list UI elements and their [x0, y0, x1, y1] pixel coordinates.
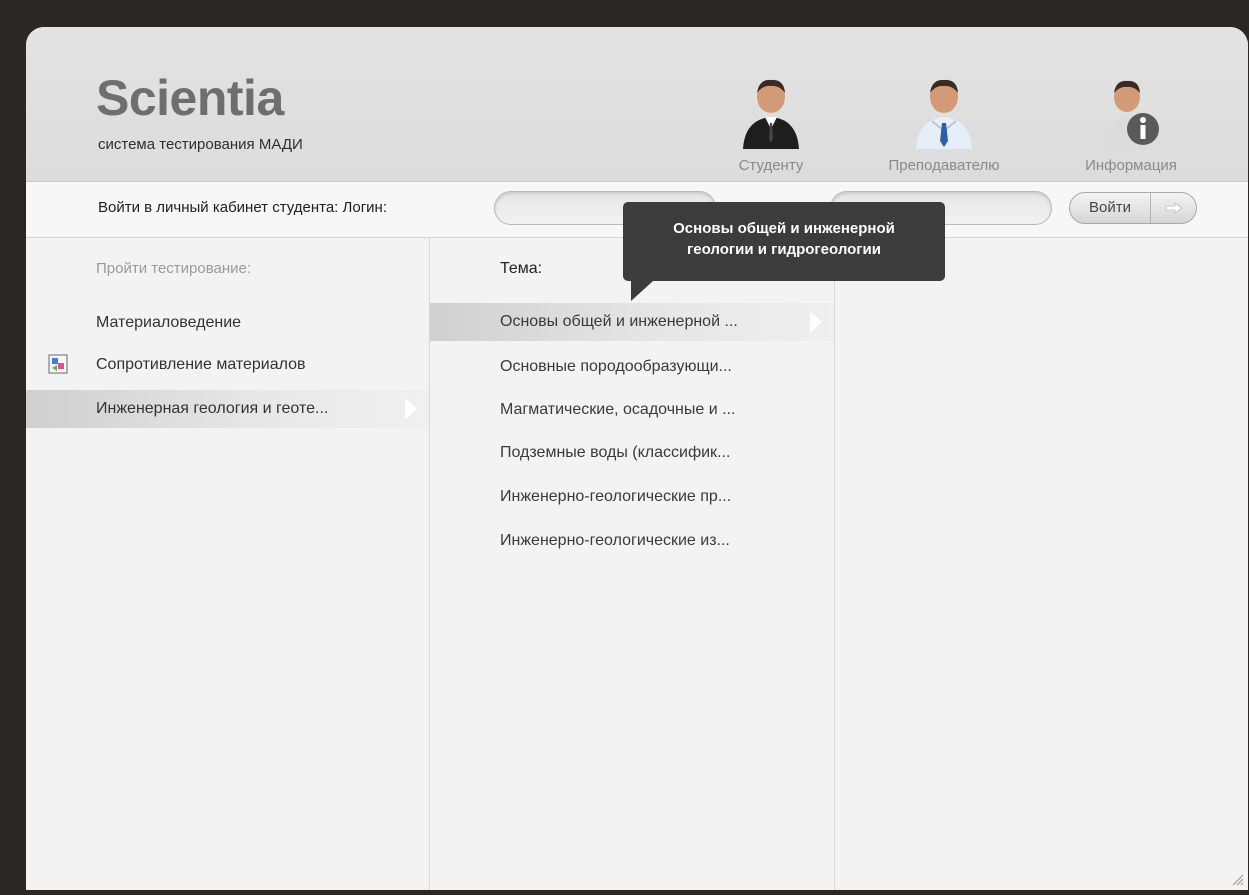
tooltip-line-1: Основы общей и инженерной [673, 220, 895, 237]
app-window: Scientia система тестирования МАДИ Студе… [26, 27, 1248, 890]
subject-item-selected[interactable]: Инженерная геология и геоте... [26, 390, 429, 428]
topic-item[interactable]: Инженерно-геологические из... [430, 522, 834, 560]
tooltip-tail [631, 281, 653, 301]
student-avatar-icon [743, 79, 799, 149]
subject-item[interactable]: Сопротивление материалов [26, 346, 429, 384]
header: Scientia система тестирования МАДИ Студе… [26, 27, 1248, 182]
topic-tooltip: Основы общей и инженерной геологии и гид… [623, 202, 945, 301]
info-link[interactable]: Информация [1066, 77, 1196, 174]
logo-subtitle: система тестирования МАДИ [98, 136, 303, 153]
topic-item[interactable]: Основные породообразующи... [430, 348, 834, 386]
teacher-label: Преподавателю [888, 157, 1000, 174]
details-column [835, 238, 1248, 890]
info-avatar-icon [1101, 80, 1159, 149]
topic-label: Инженерно-геологические из... [500, 532, 730, 549]
info-label: Информация [1085, 157, 1177, 174]
topics-title: Тема: [500, 260, 543, 277]
topic-item-selected[interactable]: Основы общей и инженерной ... [430, 303, 834, 341]
subject-item[interactable]: Материаловедение [26, 304, 429, 342]
resize-handle-icon[interactable] [1230, 872, 1244, 886]
chevron-right-icon [405, 398, 417, 420]
login-button[interactable]: Войти [1069, 192, 1197, 224]
login-button-label: Войти [1070, 193, 1151, 223]
logo-title: Scientia [96, 70, 284, 126]
student-label: Студенту [738, 157, 804, 174]
subjects-column: Пройти тестирование: Материаловедение Со… [26, 238, 430, 890]
topics-column: Тема: Основы общей и инженерной ... Осно… [430, 238, 835, 890]
login-label: Войти в личный кабинет студента: Логин: [98, 199, 387, 216]
topic-item[interactable]: Инженерно-геологические пр... [430, 478, 834, 516]
subject-label: Материаловедение [96, 314, 242, 331]
test-document-icon [48, 354, 68, 374]
topic-label: Подземные воды (классифик... [500, 444, 731, 461]
chevron-right-icon [810, 311, 822, 333]
topic-item[interactable]: Подземные воды (классифик... [430, 434, 834, 472]
teacher-link[interactable]: Преподавателю [864, 77, 1024, 174]
topic-label: Основы общей и инженерной ... [500, 313, 738, 330]
tooltip-line-2: геологии и гидрогеологии [687, 241, 881, 258]
teacher-avatar-icon [916, 79, 972, 149]
topic-item[interactable]: Магматические, осадочные и ... [430, 391, 834, 429]
subject-label: Сопротивление материалов [96, 356, 306, 373]
topic-label: Инженерно-геологические пр... [500, 488, 732, 505]
subject-label: Инженерная геология и геоте... [96, 400, 329, 417]
topic-label: Магматические, осадочные и ... [500, 401, 736, 418]
topic-label: Основные породообразующи... [500, 358, 732, 375]
student-link[interactable]: Студенту [726, 77, 816, 174]
arrow-right-icon [1151, 202, 1196, 214]
subjects-title: Пройти тестирование: [96, 260, 252, 277]
